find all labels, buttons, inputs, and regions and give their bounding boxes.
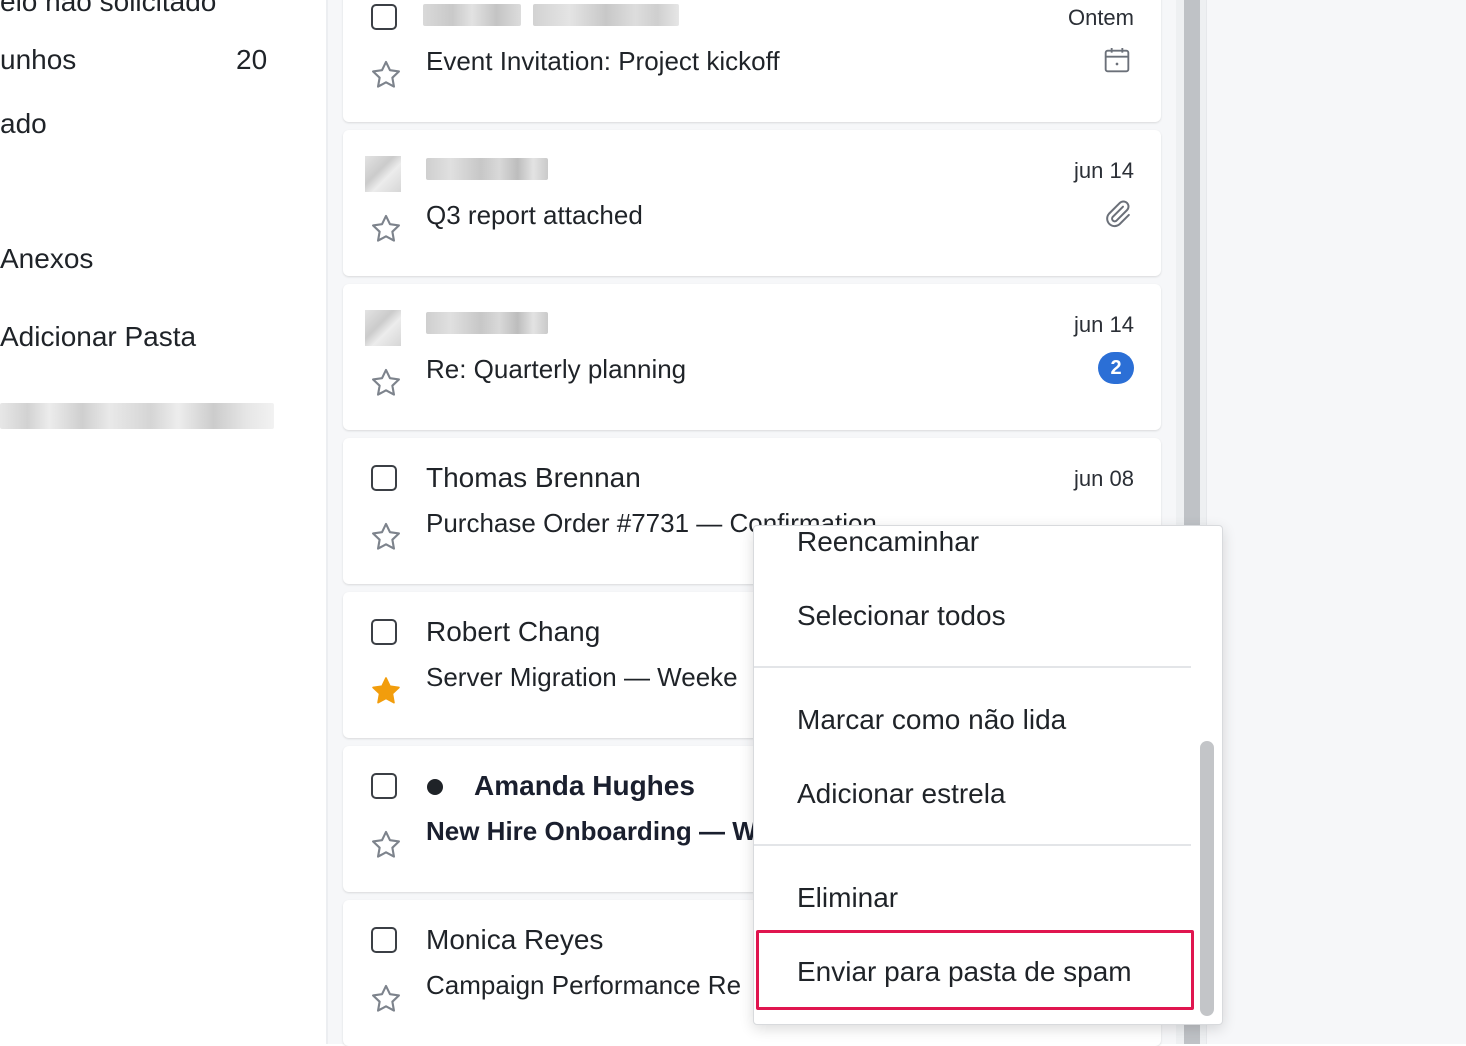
folder-sidebar: elo não solicitado unhos 20 ado Anexos A… — [0, 0, 326, 1044]
email-subject: Re: Quarterly planning — [426, 354, 687, 384]
sender-redacted — [423, 4, 521, 26]
calendar-icon — [1104, 48, 1130, 73]
star-filled-icon[interactable] — [369, 674, 403, 708]
star-icon[interactable] — [369, 520, 403, 554]
email-subject: New Hire Onboarding — W — [426, 816, 754, 846]
email-subject: Server Migration — Weeke — [426, 662, 738, 692]
highlight-box — [756, 930, 1194, 1010]
paperclip-icon — [1106, 200, 1130, 228]
menu-item-forward[interactable]: Reencaminhar — [797, 526, 979, 558]
menu-item-select-all[interactable]: Selecionar todos — [797, 600, 1006, 632]
star-icon[interactable] — [369, 828, 403, 862]
menu-scrollbar-thumb[interactable] — [1200, 741, 1214, 1016]
email-sender: Monica Reyes — [426, 924, 604, 955]
sidebar-item-label: Anexos — [0, 243, 94, 274]
email-row[interactable]: jun 14 Re: Quarterly planning 2 — [343, 284, 1161, 430]
sidebar-item-label: elo não solicitado — [0, 0, 217, 17]
menu-separator — [754, 666, 1191, 668]
sidebar-item-label: Adicionar Pasta — [0, 321, 197, 352]
sidebar-item-attachments[interactable]: Anexos — [0, 243, 93, 275]
sender-redacted — [426, 158, 548, 180]
email-row[interactable]: Ontem Event Invitation: Project kickoff — [343, 0, 1161, 122]
avatar — [365, 310, 401, 346]
sender-redacted — [533, 4, 679, 26]
email-sender: Amanda Hughes — [474, 770, 695, 801]
menu-item-mark-unread[interactable]: Marcar como não lida — [797, 704, 1066, 736]
email-date: jun 14 — [1074, 312, 1134, 337]
email-date: jun 14 — [1074, 158, 1134, 183]
sender-redacted — [426, 312, 548, 334]
sidebar-item-label: ado — [0, 108, 47, 139]
add-folder-button[interactable]: Adicionar Pasta — [0, 321, 196, 353]
sidebar-item-label: unhos — [0, 44, 77, 75]
email-date: jun 08 — [1074, 466, 1134, 491]
star-icon[interactable] — [369, 212, 403, 246]
row-checkbox[interactable] — [371, 773, 397, 799]
row-checkbox[interactable] — [371, 465, 397, 491]
avatar — [365, 156, 401, 192]
row-checkbox[interactable] — [371, 927, 397, 953]
email-date: Ontem — [1067, 5, 1134, 30]
email-row[interactable]: jun 14 Q3 report attached — [343, 130, 1161, 276]
row-checkbox[interactable] — [371, 619, 397, 645]
sidebar-item-spam[interactable]: elo não solicitado — [0, 0, 216, 18]
star-icon[interactable] — [369, 58, 403, 92]
email-subject: Event Invitation: Project kickoff — [426, 46, 780, 76]
email-subject: Q3 report attached — [426, 200, 643, 230]
star-icon[interactable] — [369, 366, 403, 400]
menu-separator — [754, 844, 1191, 846]
unread-dot — [427, 779, 443, 795]
context-menu: Reencaminhar Selecionar todos Marcar com… — [753, 525, 1223, 1025]
menu-item-delete[interactable]: Eliminar — [797, 882, 898, 914]
sidebar-item-archived[interactable]: ado — [0, 108, 47, 140]
reading-pane — [1206, 0, 1466, 1044]
sidebar-item-drafts[interactable]: unhos — [0, 44, 76, 76]
star-icon[interactable] — [369, 982, 403, 1016]
row-checkbox[interactable] — [371, 4, 397, 30]
thread-count-badge: 2 — [1098, 352, 1134, 384]
email-subject: Campaign Performance Re — [426, 970, 742, 1000]
email-sender: Robert Chang — [426, 616, 601, 647]
account-email-redacted — [0, 403, 274, 429]
menu-item-add-star[interactable]: Adicionar estrela — [797, 778, 1006, 810]
email-sender: Thomas Brennan — [426, 462, 641, 493]
drafts-count: 20 — [236, 44, 268, 75]
